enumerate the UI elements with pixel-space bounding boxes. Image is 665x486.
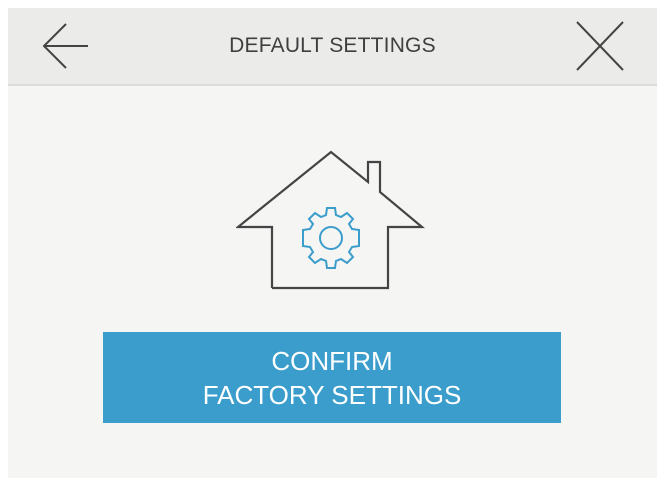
close-icon [576,21,624,71]
confirm-button-line1: CONFIRM [271,345,393,376]
header-bar: DEFAULT SETTINGS [8,8,657,86]
back-button[interactable] [36,20,92,72]
confirm-button-line2: FACTORY SETTINGS [202,379,462,410]
screen: DEFAULT SETTINGS CONFIRM FACTORY SETTING… [8,8,657,478]
house-gear-icon [234,148,426,298]
confirm-factory-settings-button[interactable]: CONFIRM FACTORY SETTINGS [103,332,561,423]
page-title: DEFAULT SETTINGS [229,34,436,57]
close-button[interactable] [572,20,628,72]
arrow-left-icon [42,23,88,69]
